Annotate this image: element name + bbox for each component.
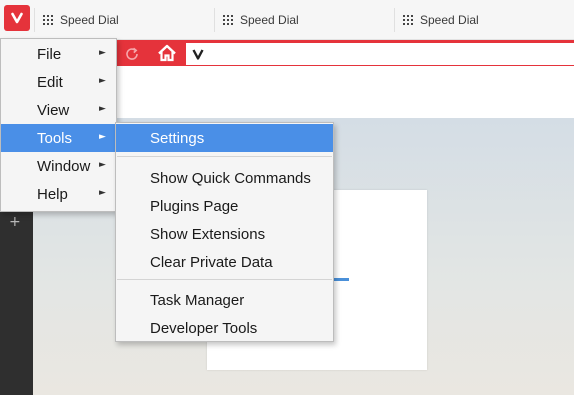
reload-button[interactable] <box>121 43 143 65</box>
menu-item-show-quick-commands[interactable]: Show Quick Commands <box>116 164 333 192</box>
main-menu: File ► Edit ► View ► Tools ► Window ► He… <box>0 38 117 212</box>
submenu-arrow-icon: ► <box>99 104 106 114</box>
address-field[interactable] <box>186 43 574 65</box>
site-identity-icon <box>192 49 204 60</box>
speed-dial-grid-icon <box>43 15 53 25</box>
add-panel-button[interactable]: + <box>9 214 21 230</box>
menu-item-label: Clear Private Data <box>150 253 273 271</box>
menu-item-task-manager[interactable]: Task Manager <box>116 286 333 314</box>
menu-item-clear-private-data[interactable]: Clear Private Data <box>116 248 333 276</box>
speed-dial-grid-icon <box>403 15 413 25</box>
menu-item-tools[interactable]: Tools ► <box>1 124 116 152</box>
submenu-arrow-icon: ► <box>99 188 106 198</box>
home-button[interactable] <box>154 41 180 65</box>
menu-item-label: Edit <box>37 73 63 91</box>
tab-label: Speed Dial <box>60 13 119 27</box>
menu-item-window[interactable]: Window ► <box>1 152 116 180</box>
menu-item-label: Tools <box>37 129 73 147</box>
tab-bar: Speed Dial Speed Dial Speed Dial <box>0 0 574 40</box>
submenu-arrow-icon: ► <box>99 160 106 170</box>
menu-item-label: Task Manager <box>150 291 245 309</box>
menu-item-edit[interactable]: Edit ► <box>1 68 116 96</box>
submenu-arrow-icon: ► <box>99 132 106 142</box>
home-icon <box>158 44 176 62</box>
submenu-arrow-icon: ► <box>99 48 106 58</box>
menu-item-developer-tools[interactable]: Developer Tools <box>116 314 333 342</box>
menu-item-label: Show Quick Commands <box>150 169 311 187</box>
menu-item-label: Help <box>37 185 68 203</box>
vivaldi-logo-icon <box>11 12 23 24</box>
tab-label: Speed Dial <box>240 13 299 27</box>
menu-item-plugins-page[interactable]: Plugins Page <box>116 192 333 220</box>
reload-icon <box>126 47 138 60</box>
menu-item-label: Developer Tools <box>150 319 258 337</box>
tab-speed-dial-1[interactable]: Speed Dial <box>34 8 214 32</box>
menu-item-label: Plugins Page <box>150 197 239 215</box>
menu-item-label: Settings <box>150 129 205 147</box>
menu-item-label: Show Extensions <box>150 225 266 243</box>
menu-item-label: View <box>37 101 70 119</box>
submenu-arrow-icon: ► <box>99 76 106 86</box>
menu-item-help[interactable]: Help ► <box>1 180 116 208</box>
vivaldi-menu-button[interactable] <box>4 5 30 31</box>
menu-item-label: Window <box>37 157 91 175</box>
menu-item-show-extensions[interactable]: Show Extensions <box>116 220 333 248</box>
menu-separator <box>117 156 332 157</box>
menu-item-label: File <box>37 45 62 63</box>
speed-dial-grid-icon <box>223 15 233 25</box>
tools-submenu: Settings Show Quick Commands Plugins Pag… <box>115 122 334 342</box>
menu-separator <box>117 279 332 280</box>
menu-item-settings[interactable]: Settings <box>116 124 333 152</box>
tab-label: Speed Dial <box>420 13 479 27</box>
tab-speed-dial-3[interactable]: Speed Dial <box>394 8 574 32</box>
menu-item-view[interactable]: View ► <box>1 96 116 124</box>
menu-item-file[interactable]: File ► <box>1 40 116 68</box>
tab-speed-dial-2[interactable]: Speed Dial <box>214 8 394 32</box>
